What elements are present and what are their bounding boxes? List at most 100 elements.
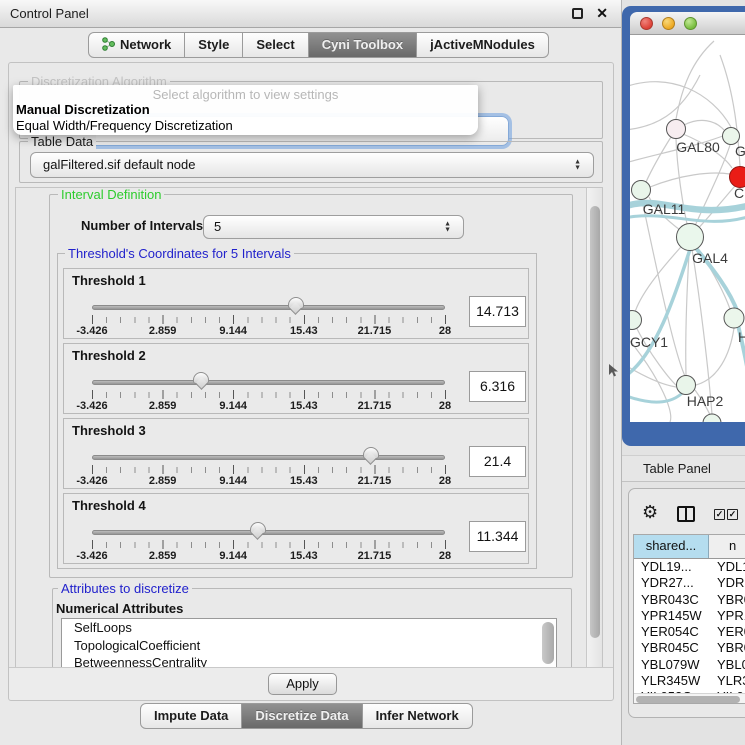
tab-network[interactable]: Network — [88, 32, 185, 58]
cell-shared-name[interactable]: YPR145W — [634, 608, 709, 624]
slider-track[interactable] — [92, 455, 445, 460]
tab-jactivemnodules[interactable]: jActiveMNodules — [417, 32, 549, 58]
scale-label: 21.715 — [358, 550, 392, 562]
cell-name[interactable]: YBL0 — [709, 657, 745, 673]
node-gal11[interactable] — [632, 181, 651, 200]
threshold-value-field[interactable]: 11.344 — [469, 521, 526, 552]
slider-track[interactable] — [92, 530, 445, 535]
table-row[interactable]: YDR27...YDR2 — [634, 575, 745, 591]
zoom-traffic-light-icon[interactable] — [684, 17, 697, 30]
control-panel-header: Control Panel ✕ — [0, 0, 621, 28]
threshold-slider: -3.4262.8599.14415.4321.71528 — [64, 443, 528, 489]
table-row[interactable]: YER054CYER0 — [634, 624, 745, 640]
list-scrollbar-thumb[interactable] — [542, 622, 554, 664]
node-gal80[interactable] — [667, 120, 686, 139]
tab-cyni-toolbox[interactable]: Cyni Toolbox — [309, 32, 417, 58]
minimize-traffic-light-icon[interactable] — [662, 17, 675, 30]
tab-style[interactable]: Style — [185, 32, 243, 58]
node-h[interactable] — [724, 308, 744, 328]
cell-name[interactable]: YPR1 — [709, 608, 745, 624]
tab-infer-network[interactable]: Infer Network — [363, 703, 473, 729]
horizontal-scrollbar-thumb[interactable] — [636, 696, 740, 703]
attribute-list-item[interactable]: BetweennessCentrality — [62, 654, 556, 668]
dropdown-option-manual-discretization[interactable]: Manual Discretization — [13, 102, 478, 118]
threshold-value-field[interactable]: 6.316 — [469, 371, 526, 402]
table-body: YDL19...YDL1YDR27...YDR2YBR043CYBR0YPR14… — [634, 559, 745, 693]
table-row[interactable]: YLR345WYLR3 — [634, 673, 745, 689]
slider-track[interactable] — [92, 305, 445, 310]
table-row[interactable]: YDL19...YDL1 — [634, 559, 745, 575]
scale-label: -3.426 — [76, 475, 107, 487]
tab-discretize-data[interactable]: Discretize Data — [242, 703, 362, 729]
column-header-shared-name[interactable]: shared... — [634, 535, 709, 558]
scale-label: 21.715 — [358, 400, 392, 412]
node-top-right[interactable] — [723, 128, 740, 145]
group-title: Interval Definition — [58, 187, 164, 202]
close-icon[interactable]: ✕ — [596, 5, 608, 22]
slider-thumb[interactable] — [363, 447, 379, 459]
float-window-icon[interactable] — [572, 8, 583, 19]
vertical-scrollbar[interactable] — [586, 188, 602, 667]
number-of-intervals-label: Number of Intervals — [81, 218, 203, 233]
threshold-label: Threshold 2 — [72, 348, 146, 363]
slider-major-ticks — [92, 540, 446, 549]
split-columns-icon[interactable] — [677, 506, 695, 522]
column-header-name[interactable]: n — [709, 535, 745, 558]
node-hap2[interactable] — [677, 376, 696, 395]
scale-label: -3.426 — [76, 400, 107, 412]
checkbox-icon[interactable]: ✓ — [714, 509, 725, 520]
table-panel-header: Table Panel — [622, 455, 745, 482]
cell-shared-name[interactable]: YDR27... — [634, 575, 709, 591]
cell-name[interactable]: YDR2 — [709, 575, 745, 591]
scale-label: 9.144 — [219, 475, 247, 487]
network-window-titlebar[interactable] — [630, 12, 745, 35]
threshold-panel: Threshold 4 -3.4262.8599.14415.4321.7152… — [63, 493, 529, 564]
cell-shared-name[interactable]: YBL079W — [634, 657, 709, 673]
numerical-attributes-list[interactable]: SelfLoopsTopologicalCoefficientBetweenne… — [61, 618, 557, 668]
node-gcy1[interactable] — [630, 311, 642, 330]
cell-name[interactable]: YBR0 — [709, 592, 745, 608]
cell-shared-name[interactable]: YBR045C — [634, 640, 709, 656]
attributes-to-discretize-group: Attributes to discretize Numerical Attri… — [52, 588, 572, 668]
cell-shared-name[interactable]: YLR345W — [634, 673, 709, 689]
network-canvas[interactable]: GAL80 GA C GAL11 GAL4 GCY1 H HAP2 — [630, 35, 745, 422]
threshold-label: Threshold 3 — [72, 423, 146, 438]
number-of-intervals-combobox[interactable]: 5 ▲▼ — [203, 215, 464, 239]
table-row[interactable]: YBR045CYBR0 — [634, 640, 745, 656]
horizontal-scrollbar[interactable] — [634, 693, 745, 703]
cell-shared-name[interactable]: YDL19... — [634, 559, 709, 575]
table-data-group: Table Data galFiltered.sif default node … — [19, 141, 603, 183]
cell-name[interactable]: YER0 — [709, 624, 745, 640]
threshold-value-field[interactable]: 14.713 — [469, 296, 526, 327]
cell-name[interactable]: YLR3 — [709, 673, 745, 689]
threshold-label: Threshold 4 — [72, 498, 146, 513]
dropdown-option-equal-width-frequency[interactable]: Equal Width/Frequency Discretization — [13, 118, 478, 134]
tab-impute-data[interactable]: Impute Data — [140, 703, 242, 729]
table-row[interactable]: YBR043CYBR0 — [634, 592, 745, 608]
slider-thumb[interactable] — [193, 372, 209, 384]
cell-shared-name[interactable]: YER054C — [634, 624, 709, 640]
cell-name[interactable]: YDL1 — [709, 559, 745, 575]
table-row[interactable]: YPR145WYPR1 — [634, 608, 745, 624]
cell-shared-name[interactable]: YBR043C — [634, 592, 709, 608]
threshold-slider: -3.4262.8599.14415.4321.71528 — [64, 518, 528, 564]
node-bottom-partial[interactable] — [703, 414, 721, 422]
gear-icon[interactable]: ⚙ — [642, 503, 658, 521]
table-data-combobox[interactable]: galFiltered.sif default node ▲▼ — [30, 152, 594, 178]
vertical-scrollbar-thumb[interactable] — [590, 206, 600, 638]
attribute-list-item[interactable]: SelfLoops — [62, 619, 556, 637]
close-traffic-light-icon[interactable] — [640, 17, 653, 30]
slider-thumb[interactable] — [288, 297, 304, 309]
apply-button[interactable]: Apply — [268, 673, 337, 695]
slider-thumb[interactable] — [250, 522, 266, 534]
node-gal4[interactable] — [677, 224, 704, 251]
slider-track[interactable] — [92, 380, 445, 385]
tab-select[interactable]: Select — [243, 32, 308, 58]
checkbox-icon[interactable]: ✓ — [727, 509, 738, 520]
table-row[interactable]: YBL079WYBL0 — [634, 657, 745, 673]
attribute-list-item[interactable]: TopologicalCoefficient — [62, 637, 556, 655]
group-title: Threshold's Coordinates for 5 Intervals — [65, 246, 294, 261]
cell-name[interactable]: YBR0 — [709, 640, 745, 656]
scale-label: 9.144 — [219, 400, 247, 412]
threshold-value-field[interactable]: 21.4 — [469, 446, 526, 477]
